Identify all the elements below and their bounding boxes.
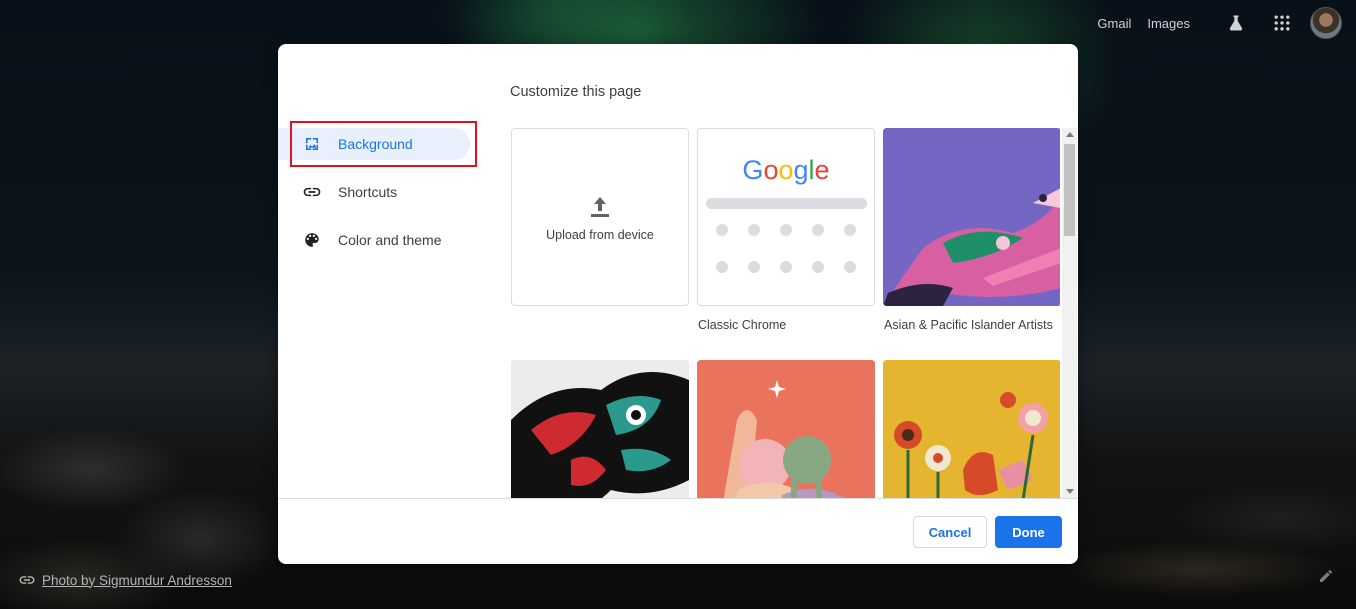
flowers-art-thumb [883, 360, 1060, 498]
formline-art-thumb [511, 360, 689, 498]
nav-item-shortcuts[interactable]: Shortcuts [278, 176, 470, 208]
link-icon [19, 576, 35, 584]
top-bar: Gmail Images [1097, 7, 1342, 39]
shortcut-dot [812, 261, 824, 273]
scroll-thumb[interactable] [1064, 144, 1075, 236]
photo-credit[interactable]: Photo by Sigmundur Andresson [18, 571, 232, 589]
account-avatar[interactable] [1310, 7, 1342, 39]
shortcut-dot [780, 261, 792, 273]
classic-chrome-tile[interactable]: Google Classic Chrome [697, 128, 875, 333]
customize-nav: Background Shortcuts Color and theme [278, 128, 478, 272]
api-artists-tile[interactable]: Asian & Pacific Islander Artists [883, 128, 1060, 333]
labs-flask-icon[interactable] [1224, 11, 1248, 35]
shortcut-dot [716, 261, 728, 273]
nav-item-label: Shortcuts [338, 184, 398, 200]
image-icon [302, 134, 322, 154]
cancel-button[interactable]: Cancel [913, 516, 987, 548]
friends-art-tile[interactable] [697, 360, 875, 498]
api-artwork-image [883, 128, 1060, 306]
api-artists-caption: Asian & Pacific Islander Artists [884, 318, 1053, 332]
shortcut-dot [716, 224, 728, 236]
palette-icon [302, 230, 322, 250]
dialog-title: Customize this page [510, 84, 642, 100]
upload-tile[interactable]: Upload from device [511, 128, 689, 306]
done-button[interactable]: Done [995, 516, 1062, 548]
search-bar-placeholder [706, 198, 867, 209]
shortcut-dot [780, 224, 792, 236]
shortcut-dot [748, 261, 760, 273]
upload-icon [591, 197, 609, 217]
edit-pencil-icon[interactable] [1318, 568, 1334, 589]
classic-chrome-thumb: Google [697, 128, 875, 306]
images-link[interactable]: Images [1147, 16, 1190, 31]
api-artists-thumb [883, 128, 1060, 306]
shortcut-dot [844, 224, 856, 236]
customize-dialog: Customize this page Background Shortcuts… [278, 44, 1078, 564]
formline-art-tile[interactable] [511, 360, 689, 498]
scroll-up-arrow[interactable] [1066, 132, 1074, 137]
upload-thumb: Upload from device [511, 128, 689, 306]
shortcut-dot [844, 261, 856, 273]
grid-scrollbar[interactable] [1062, 128, 1077, 498]
friends-artwork-image [697, 360, 875, 498]
nav-item-color-theme[interactable]: Color and theme [278, 224, 470, 256]
upload-label: Upload from device [546, 228, 654, 242]
nav-item-label: Background [338, 136, 413, 152]
gmail-link[interactable]: Gmail [1097, 16, 1131, 31]
nav-item-label: Color and theme [338, 232, 442, 248]
shortcut-dot [748, 224, 760, 236]
google-logo: Google [742, 155, 830, 185]
flowers-art-tile[interactable] [883, 360, 1060, 498]
scroll-down-arrow[interactable] [1066, 489, 1074, 494]
footer-divider [278, 498, 1078, 499]
formline-artwork-image [511, 360, 689, 498]
flowers-artwork-image [883, 360, 1060, 498]
link-icon [302, 182, 322, 202]
classic-chrome-caption: Classic Chrome [698, 318, 787, 332]
apps-grid-icon[interactable] [1270, 11, 1294, 35]
friends-art-thumb [697, 360, 875, 498]
shortcut-dot [812, 224, 824, 236]
nav-item-background[interactable]: Background [278, 128, 470, 160]
background-grid: Upload from device Google Classic Chrome… [510, 128, 1060, 498]
photo-credit-text[interactable]: Photo by Sigmundur Andresson [42, 573, 232, 588]
